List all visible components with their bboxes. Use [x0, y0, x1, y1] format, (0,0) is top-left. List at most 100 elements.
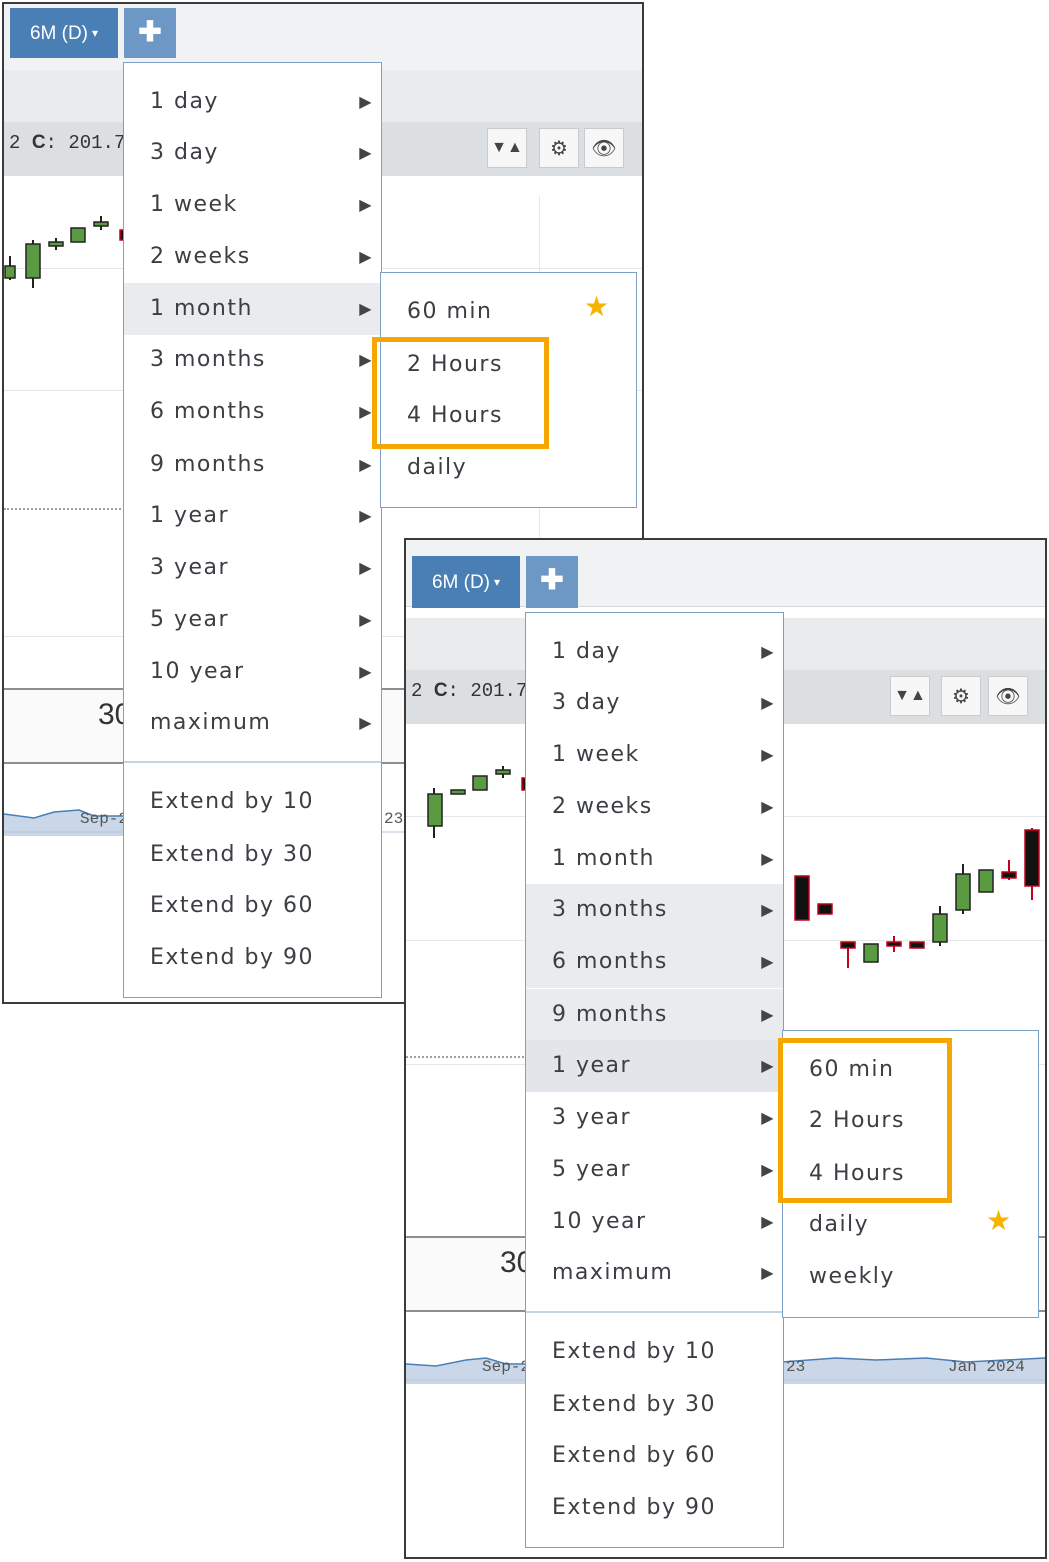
menu-item-1-year[interactable]: 1 year ▶ — [526, 1040, 783, 1092]
menu-item-maximum[interactable]: maximum ▶ — [526, 1247, 783, 1299]
up-candle — [4, 265, 16, 279]
submenu-arrow-icon: ▶ — [359, 662, 373, 681]
down-candle — [909, 941, 925, 949]
up-candle — [70, 227, 86, 243]
range-label: 6M (D) — [29, 23, 89, 44]
down-candle — [817, 903, 833, 915]
settings-button[interactable]: ⚙ — [941, 676, 981, 716]
menu-item-2-weeks[interactable]: 2 weeks ▶ — [526, 781, 783, 833]
menu-item-extend-30[interactable]: Extend by 30 — [526, 1379, 783, 1431]
menu-item-5-year[interactable]: 5 year ▶ — [124, 594, 381, 646]
menu-item-2-weeks[interactable]: 2 weeks ▶ — [124, 231, 381, 283]
gear-icon: ⚙ — [952, 685, 970, 708]
favorite-star-icon: ★ — [584, 291, 610, 322]
submenu-arrow-icon: ▶ — [761, 693, 775, 712]
menu-item-1-day[interactable]: 1 day ▶ — [124, 76, 381, 128]
down-candle — [886, 941, 902, 947]
submenu-arrow-icon: ▶ — [761, 797, 775, 816]
submenu-arrow-icon: ▶ — [761, 1005, 775, 1024]
submenu-arrow-icon: ▶ — [761, 1212, 775, 1231]
submenu-arrow-icon: ▶ — [761, 900, 775, 919]
submenu-arrow-icon: ▶ — [761, 642, 775, 661]
indicator-toggle-icon[interactable]: ▼▲ — [890, 676, 930, 716]
visibility-button[interactable]: 👁 — [988, 676, 1028, 716]
nav-label-jan-2024: Jan 2024 — [948, 1358, 1025, 1376]
range-menu-left: 1 day ▶ 3 day ▶ 1 week ▶ 2 weeks ▶ 1 month ▶ … — [123, 62, 382, 998]
up-candle — [48, 241, 64, 247]
nav-label-sep: Sep-2 — [482, 1358, 531, 1376]
menu-item-1-day[interactable]: 1 day ▶ — [526, 626, 783, 678]
price-readout: 2 C: 201.70 — [9, 132, 137, 154]
menu-item-extend-90[interactable]: Extend by 90 — [124, 932, 381, 984]
triangles-icon: ▼▲ — [491, 139, 523, 156]
caret-down-icon: ▾ — [494, 575, 501, 589]
menu-item-extend-10[interactable]: Extend by 10 — [124, 776, 381, 828]
menu-item-maximum[interactable]: maximum ▶ — [124, 697, 381, 749]
up-candle — [450, 789, 466, 795]
menu-item-1-month[interactable]: 1 month ▶ — [526, 833, 783, 885]
submenu-arrow-icon: ▶ — [359, 610, 373, 629]
menu-item-6-months[interactable]: 6 months ▶ — [124, 386, 381, 438]
up-candle — [25, 243, 41, 279]
menu-item-1-week[interactable]: 1 week ▶ — [124, 179, 381, 231]
visibility-button[interactable]: 👁 — [584, 128, 624, 168]
submenu-arrow-icon: ▶ — [761, 1263, 775, 1282]
submenu-arrow-icon: ▶ — [359, 92, 373, 111]
submenu-arrow-icon: ▶ — [761, 1056, 775, 1075]
triangles-icon: ▼▲ — [894, 687, 926, 704]
menu-item-3-months[interactable]: 3 months ▶ — [526, 884, 783, 936]
menu-divider — [124, 761, 381, 763]
menu-item-3-year[interactable]: 3 year ▶ — [124, 542, 381, 594]
settings-button[interactable]: ⚙ — [539, 128, 579, 168]
menu-item-3-months[interactable]: 3 months ▶ — [124, 334, 381, 386]
menu-item-10-year[interactable]: 10 year ▶ — [124, 646, 381, 698]
menu-item-3-day[interactable]: 3 day ▶ — [526, 677, 783, 729]
submenu-arrow-icon: ▶ — [359, 350, 373, 369]
menu-item-1-week[interactable]: 1 week ▶ — [526, 729, 783, 781]
highlight-box-right — [778, 1038, 952, 1203]
menu-item-1-month[interactable]: 1 month ▶ — [124, 283, 381, 335]
add-button[interactable]: ✚ — [124, 8, 176, 58]
menu-item-extend-60[interactable]: Extend by 60 — [526, 1430, 783, 1482]
chart-toolbar: 6M (D) ▾ ✚ — [406, 540, 1045, 608]
menu-item-6-months[interactable]: 6 months ▶ — [526, 936, 783, 988]
gear-icon: ⚙ — [550, 137, 568, 160]
down-candle — [794, 875, 810, 921]
menu-item-extend-90[interactable]: Extend by 90 — [526, 1482, 783, 1534]
nav-label-sep: Sep-2 — [80, 810, 129, 828]
menu-item-extend-30[interactable]: Extend by 30 — [124, 829, 381, 881]
submenu-arrow-icon: ▶ — [359, 195, 373, 214]
menu-item-extend-10[interactable]: Extend by 10 — [526, 1326, 783, 1378]
up-candle — [978, 869, 994, 893]
submenu-item-weekly[interactable]: weekly — [783, 1251, 1038, 1303]
menu-item-10-year[interactable]: 10 year ▶ — [526, 1196, 783, 1248]
highlight-box-left — [372, 337, 549, 449]
submenu-arrow-icon: ▶ — [761, 849, 775, 868]
menu-item-extend-60[interactable]: Extend by 60 — [124, 880, 381, 932]
indicator-toggle-icon[interactable]: ▼▲ — [487, 128, 527, 168]
submenu-arrow-icon: ▶ — [761, 745, 775, 764]
price-prefix: 2 — [411, 680, 423, 702]
nav-label-23: 23 — [384, 810, 404, 828]
menu-item-9-months[interactable]: 9 months ▶ — [124, 439, 381, 491]
price-readout: 2 C: 201.70 — [411, 680, 539, 702]
range-dropdown-button[interactable]: 6M (D) ▾ — [10, 8, 118, 58]
up-candle — [472, 775, 488, 791]
menu-item-3-day[interactable]: 3 day ▶ — [124, 127, 381, 179]
menu-item-5-year[interactable]: 5 year ▶ — [526, 1144, 783, 1196]
menu-item-9-months[interactable]: 9 months ▶ — [526, 989, 783, 1041]
price-level-line — [406, 1056, 528, 1058]
submenu-arrow-icon: ▶ — [761, 952, 775, 971]
menu-item-3-year[interactable]: 3 year ▶ — [526, 1092, 783, 1144]
submenu-arrow-icon: ▶ — [359, 299, 373, 318]
submenu-arrow-icon: ▶ — [359, 455, 373, 474]
menu-item-1-year[interactable]: 1 year ▶ — [124, 490, 381, 542]
eye-icon: 👁 — [995, 685, 1021, 708]
up-candle — [93, 221, 109, 227]
submenu-arrow-icon: ▶ — [761, 1160, 775, 1179]
submenu-item-daily[interactable]: daily — [381, 442, 636, 494]
nav-label-23: 23 — [786, 1358, 806, 1376]
range-dropdown-button[interactable]: 6M (D) ▾ — [412, 556, 520, 608]
price-prefix: 2 — [9, 132, 21, 154]
add-button[interactable]: ✚ — [526, 556, 578, 608]
